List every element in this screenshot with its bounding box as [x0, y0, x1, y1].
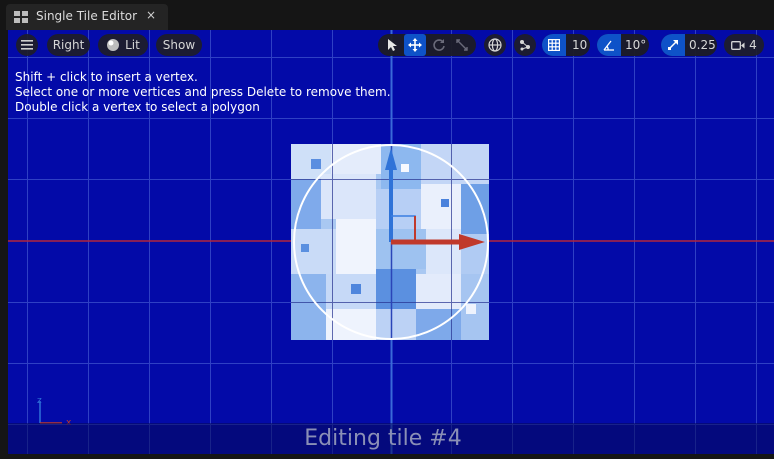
grid-snap-group: 10	[542, 34, 590, 56]
grid-snap-value[interactable]: 10	[572, 34, 587, 56]
grid-snap-icon[interactable]	[542, 34, 566, 56]
camera-speed-value: 4	[749, 38, 757, 52]
title-bar: Single Tile Editor ×	[0, 0, 774, 30]
viewport[interactable]: Right Lit Show 10 10° 0.25 4 Shift + cli…	[8, 30, 774, 454]
editing-tile-label: Editing tile #4	[304, 426, 462, 451]
transform-tools	[378, 34, 476, 56]
select-arrow-icon[interactable]	[382, 34, 402, 56]
scale-snap-value[interactable]: 0.25	[689, 34, 716, 56]
angle-snap-icon[interactable]	[597, 34, 621, 56]
lit-sphere-icon	[107, 39, 120, 51]
world-local-icon[interactable]	[484, 34, 506, 56]
camera-speed-icon	[731, 40, 745, 50]
viewport-toolbar: Right Lit Show 10 10° 0.25 4	[8, 30, 774, 60]
rotation-snap-group: 10°	[597, 34, 649, 56]
hamburger-menu-icon[interactable]	[16, 34, 38, 56]
view-mode-button[interactable]: Right	[47, 34, 90, 56]
instruction-line: Shift + click to insert a vertex.	[15, 70, 198, 84]
instruction-line: Select one or more vertices and press De…	[15, 85, 391, 99]
editor-tab[interactable]: Single Tile Editor ×	[6, 4, 168, 30]
rotate-icon[interactable]	[429, 34, 449, 56]
status-bar: Editing tile #4	[8, 423, 774, 454]
scale-icon[interactable]	[452, 34, 472, 56]
lighting-mode-button[interactable]: Lit	[98, 34, 148, 56]
instructions-text: Shift + click to insert a vertex. Select…	[15, 70, 391, 115]
translate-icon[interactable]	[404, 34, 426, 56]
scale-snap-icon[interactable]	[661, 34, 685, 56]
axis-indicator: z x	[37, 396, 72, 427]
tile-texture[interactable]	[291, 144, 489, 340]
scale-snap-group: 0.25	[661, 34, 717, 56]
lighting-label: Lit	[125, 38, 140, 52]
show-button[interactable]: Show	[156, 34, 202, 56]
tab-title: Single Tile Editor	[36, 9, 138, 23]
rotation-snap-value[interactable]: 10°	[625, 34, 646, 56]
instruction-line: Double click a vertex to select a polygo…	[15, 100, 260, 114]
z-axis-label: z	[37, 396, 42, 406]
camera-speed-button[interactable]: 4	[724, 34, 764, 56]
surface-snap-icon[interactable]	[514, 34, 536, 56]
close-icon[interactable]: ×	[146, 8, 156, 22]
tile-editor-icon	[14, 11, 28, 23]
